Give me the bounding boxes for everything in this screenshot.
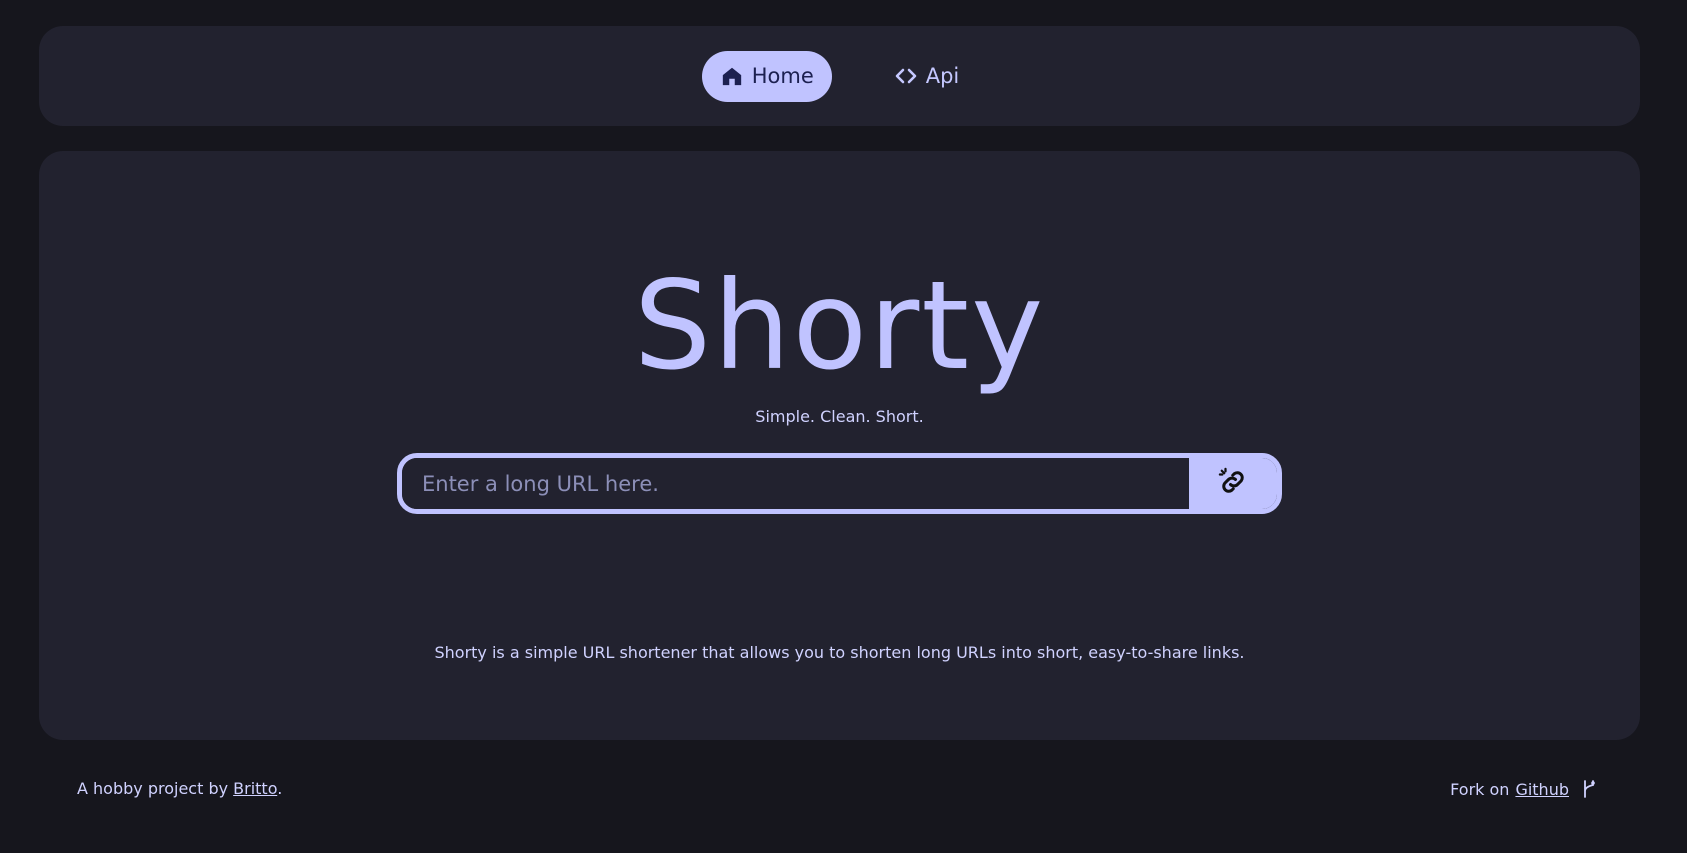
- github-link[interactable]: Github: [1515, 780, 1569, 799]
- author-link[interactable]: Britto: [233, 779, 277, 798]
- nav-home-label: Home: [751, 64, 814, 88]
- footer-credit: A hobby project by Britto.: [77, 779, 282, 798]
- description: Shorty is a simple URL shortener that al…: [434, 643, 1245, 662]
- home-icon: [720, 64, 744, 88]
- nav-api-label: Api: [925, 64, 960, 88]
- tagline: Simple. Clean. Short.: [755, 407, 924, 426]
- main-panel: Shorty Simple. Clean. Short. Shorty is a…: [39, 151, 1640, 740]
- nav-home-button[interactable]: Home: [701, 50, 832, 102]
- link-icon: [1218, 467, 1248, 500]
- footer-fork-prefix: Fork on: [1450, 779, 1510, 799]
- navbar: Home Api: [39, 26, 1640, 126]
- nav-api-button[interactable]: Api: [876, 51, 978, 102]
- footer-fork: Fork on Github: [1450, 779, 1597, 799]
- shorten-form: [397, 453, 1282, 514]
- page-title: Shorty: [633, 255, 1046, 397]
- footer-credit-suffix: .: [277, 779, 283, 798]
- code-icon: [894, 64, 918, 88]
- url-input[interactable]: [402, 458, 1189, 509]
- git-fork-icon: [1581, 779, 1597, 799]
- footer-credit-prefix: A hobby project by: [77, 779, 234, 798]
- nav-items: Home Api: [701, 50, 978, 102]
- shorten-button[interactable]: [1189, 458, 1277, 509]
